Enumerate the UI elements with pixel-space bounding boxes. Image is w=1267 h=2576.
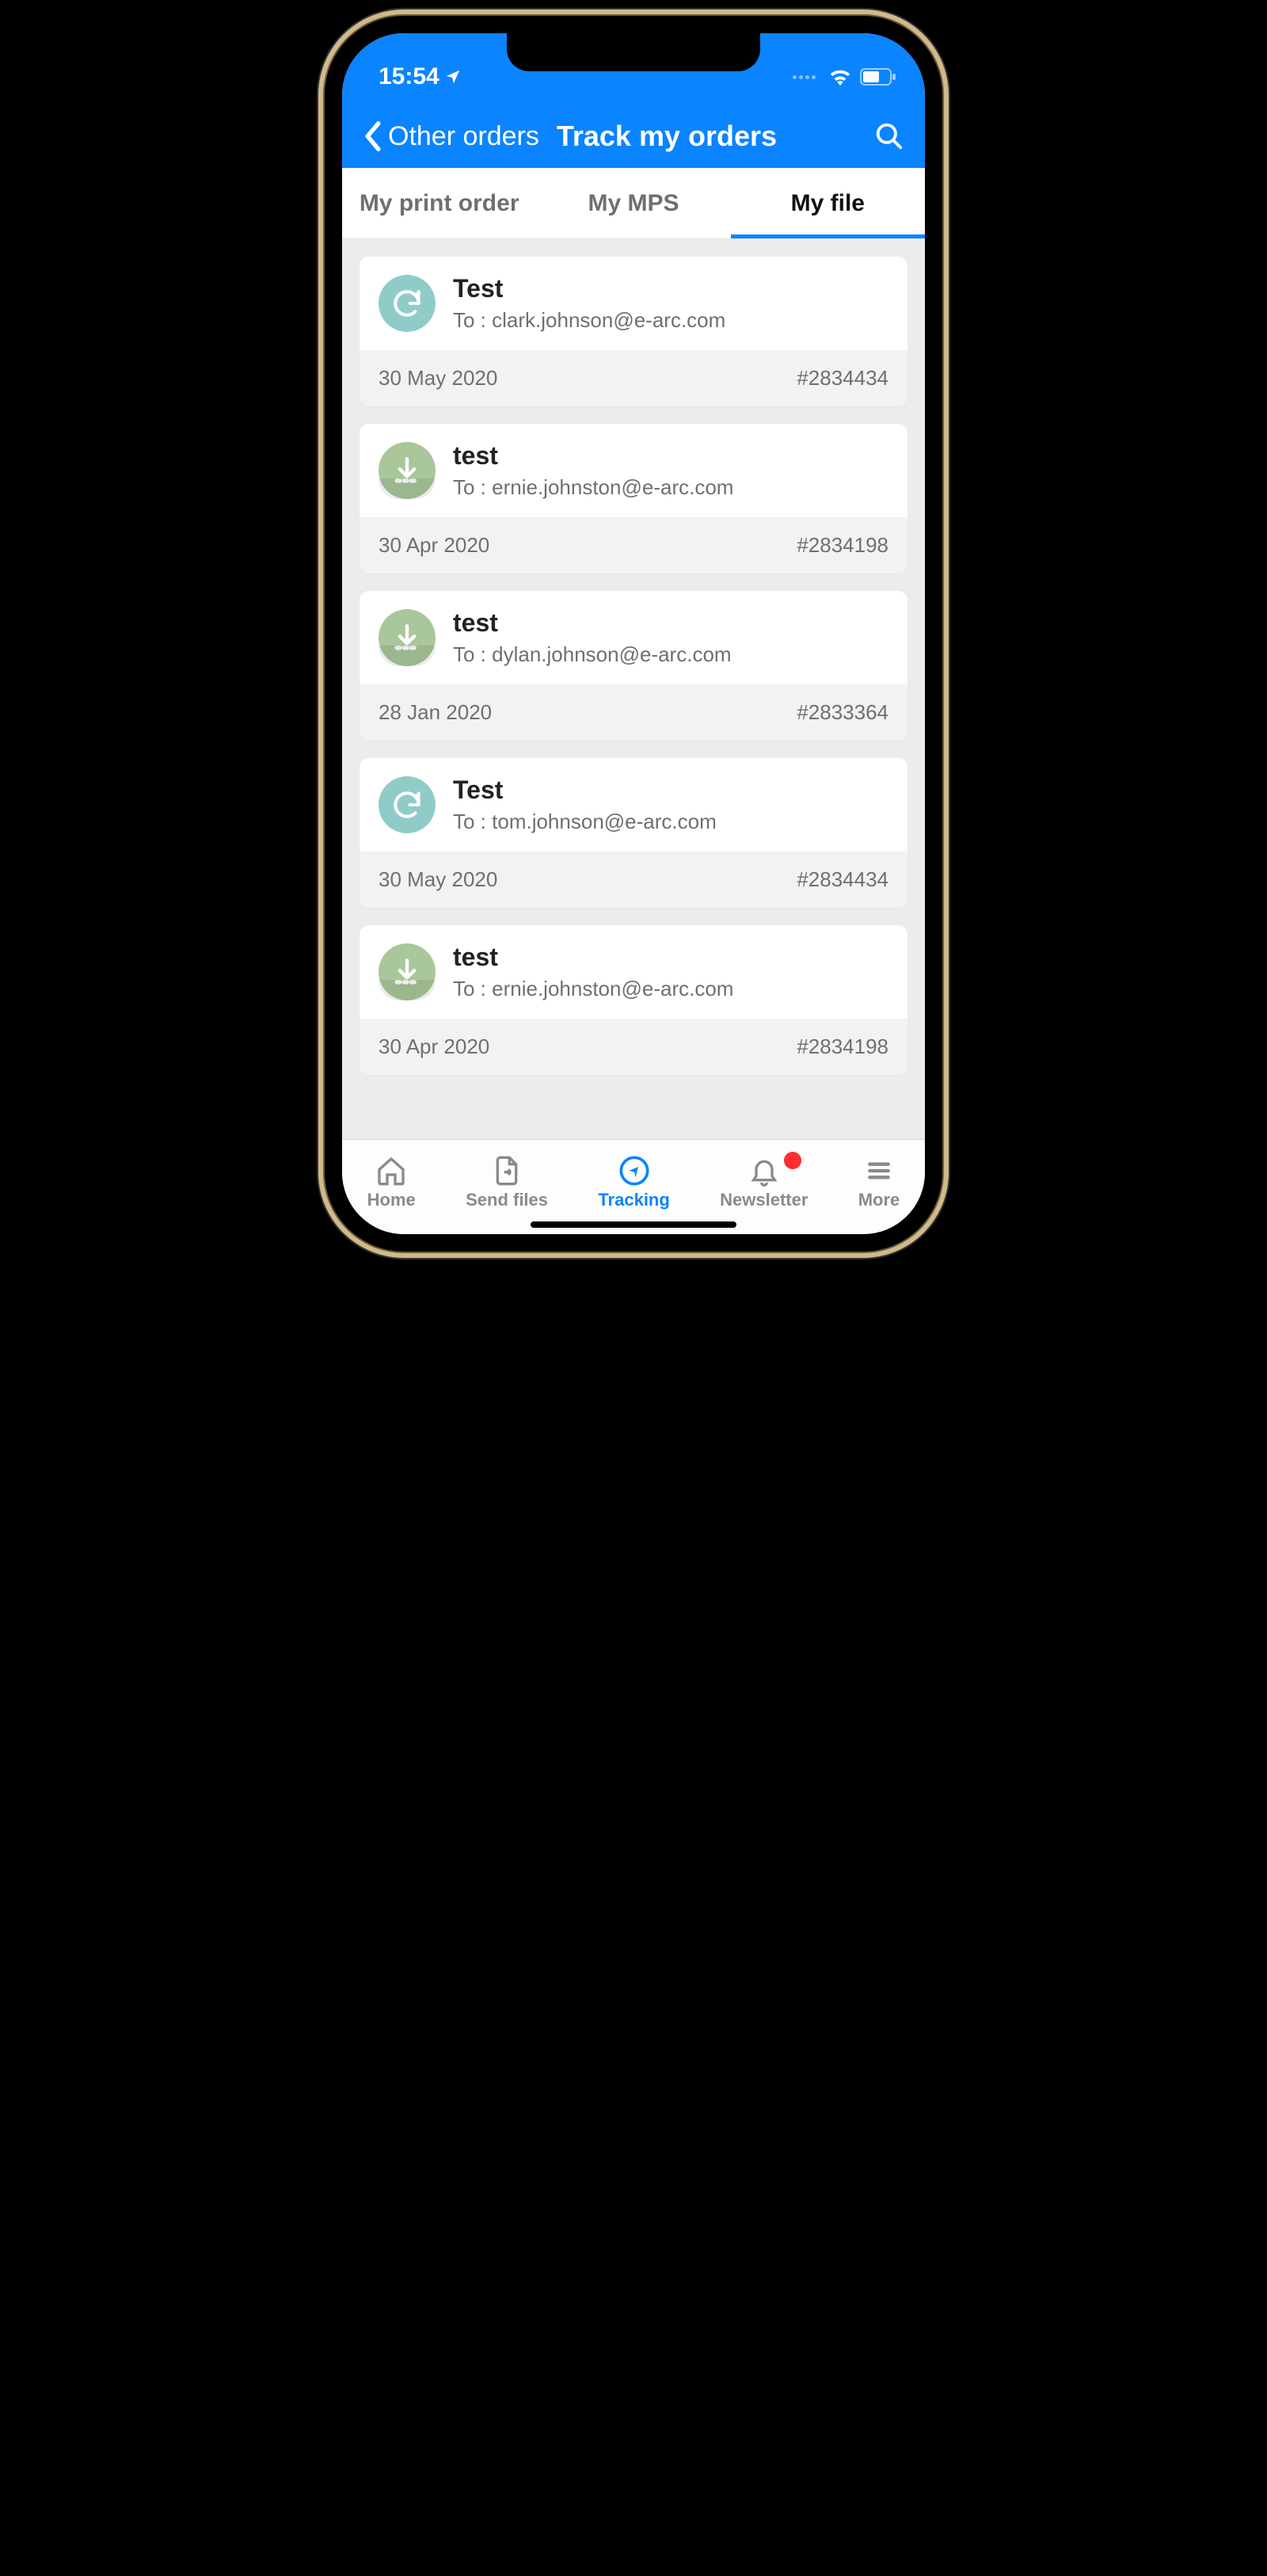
back-label: Other orders	[388, 121, 539, 152]
download-icon	[379, 943, 436, 1000]
tab-bar: My print order My MPS My file	[342, 168, 925, 239]
file-order-id: #2834434	[797, 867, 888, 892]
file-date: 30 Apr 2020	[379, 533, 489, 558]
tab-label: My file	[791, 190, 865, 217]
bell-icon	[748, 1155, 780, 1187]
file-recipient: To : clark.johnson@e-arc.com	[453, 308, 725, 333]
file-recipient: To : tom.johnson@e-arc.com	[453, 810, 717, 834]
file-title: test	[453, 608, 732, 638]
notch	[507, 33, 760, 71]
file-date: 30 Apr 2020	[379, 1035, 489, 1059]
bottom-label: Tracking	[598, 1190, 669, 1210]
file-recipient: To : ernie.johnston@e-arc.com	[453, 977, 733, 1001]
file-card[interactable]: Test To : tom.johnson@e-arc.com 30 May 202…	[360, 758, 907, 908]
tab-label: My print order	[360, 190, 519, 217]
search-button[interactable]	[874, 121, 904, 151]
tab-my-file[interactable]: My file	[731, 168, 925, 238]
tab-my-print-order[interactable]: My print order	[342, 168, 536, 238]
location-icon	[444, 68, 462, 86]
device-frame: 15:54 Other orders	[325, 16, 942, 1252]
bottom-tab-bar: Home Send files Tracking Newsletter More	[342, 1139, 925, 1234]
file-title: test	[453, 441, 733, 471]
page-title: Track my orders	[557, 120, 866, 153]
file-recipient: To : ernie.johnston@e-arc.com	[453, 475, 733, 500]
nav-bar: Other orders Track my orders	[342, 105, 925, 168]
tab-my-mps[interactable]: My MPS	[536, 168, 730, 238]
tab-label: My MPS	[588, 190, 679, 217]
wifi-icon	[828, 68, 852, 86]
file-recipient: To : dylan.johnson@e-arc.com	[453, 642, 732, 667]
file-card[interactable]: test To : ernie.johnston@e-arc.com 30 Apr …	[360, 424, 907, 574]
file-date: 28 Jan 2020	[379, 700, 492, 725]
bottom-tab-more[interactable]: More	[858, 1155, 900, 1210]
file-title: Test	[453, 775, 717, 805]
bottom-label: More	[858, 1190, 900, 1210]
bottom-label: Home	[367, 1190, 416, 1210]
file-order-id: #2834198	[797, 1035, 888, 1059]
file-date: 30 May 2020	[379, 867, 497, 892]
file-order-id: #2833364	[797, 700, 888, 725]
chevron-left-icon	[363, 121, 383, 151]
cellular-icon	[793, 75, 816, 79]
bottom-label: Send files	[466, 1190, 548, 1210]
file-list[interactable]: Test To : clark.johnson@e-arc.com 30 May 2…	[342, 239, 925, 1139]
status-time: 15:54	[379, 63, 439, 90]
tracking-icon	[618, 1155, 650, 1187]
back-button[interactable]: Other orders	[363, 121, 539, 152]
file-card[interactable]: test To : dylan.johnson@e-arc.com 28 Jan 2…	[360, 591, 907, 741]
home-icon	[375, 1155, 407, 1187]
bottom-label: Newsletter	[720, 1190, 808, 1210]
download-icon	[379, 442, 436, 499]
file-title: test	[453, 943, 733, 972]
bottom-tab-newsletter[interactable]: Newsletter	[720, 1155, 808, 1210]
file-card[interactable]: Test To : clark.johnson@e-arc.com 30 May 2…	[360, 257, 907, 406]
home-indicator[interactable]	[531, 1221, 736, 1228]
file-title: Test	[453, 274, 725, 303]
menu-icon	[863, 1155, 895, 1187]
download-icon	[379, 609, 436, 666]
file-order-id: #2834198	[797, 533, 888, 558]
sync-icon	[379, 776, 436, 833]
bottom-tab-send-files[interactable]: Send files	[466, 1155, 548, 1210]
bottom-tab-tracking[interactable]: Tracking	[598, 1155, 669, 1210]
file-card[interactable]: test To : ernie.johnston@e-arc.com 30 Apr …	[360, 925, 907, 1075]
send-files-icon	[491, 1155, 523, 1187]
notification-badge	[784, 1152, 801, 1169]
screen: 15:54 Other orders	[342, 33, 925, 1234]
file-date: 30 May 2020	[379, 366, 497, 391]
file-order-id: #2834434	[797, 366, 888, 391]
battery-icon	[860, 68, 896, 86]
sync-icon	[379, 275, 436, 332]
bottom-tab-home[interactable]: Home	[367, 1155, 416, 1210]
